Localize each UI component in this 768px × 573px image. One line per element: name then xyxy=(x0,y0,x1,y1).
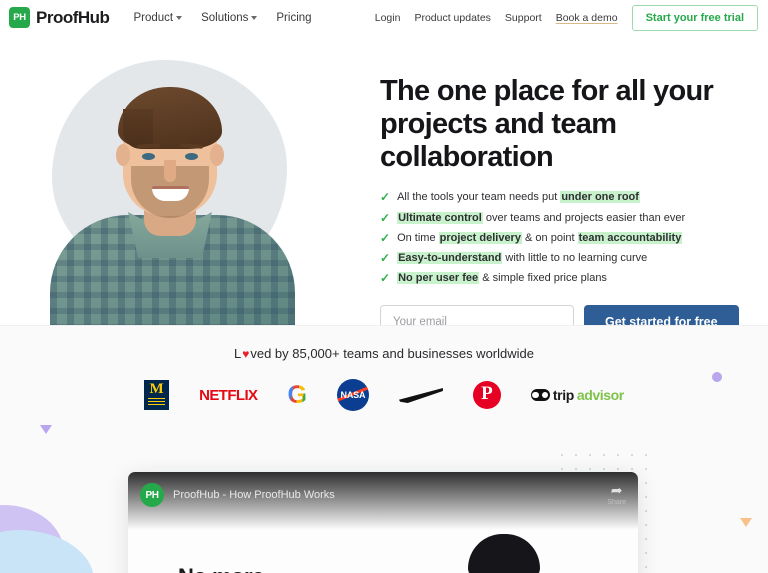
video-channel-avatar[interactable]: PH xyxy=(140,483,164,507)
list-item: ✓ No per user fee & simple fixed price p… xyxy=(380,272,758,286)
person-nose xyxy=(164,160,176,182)
signup-form: Get started for free xyxy=(380,305,758,325)
hero-photo xyxy=(0,40,340,325)
hero-section: The one place for all your projects and … xyxy=(0,35,768,325)
loved-prefix: L xyxy=(233,346,242,361)
logo-tripadvisor: trip advisor xyxy=(530,379,624,411)
hero-benefits-list: ✓ All the tools your team needs put unde… xyxy=(380,191,758,286)
nav-item-login[interactable]: Login xyxy=(375,12,401,24)
person-eye-right xyxy=(185,153,198,160)
start-free-trial-button[interactable]: Start your free trial xyxy=(631,4,758,31)
brand-name: ProofHub xyxy=(36,7,110,27)
share-label: Share xyxy=(607,499,626,506)
logo-nasa: NASA xyxy=(336,379,369,411)
tripadvisor-trip-text: trip xyxy=(552,387,574,403)
get-started-button[interactable]: Get started for free xyxy=(584,305,739,325)
video-title[interactable]: ProofHub - How ProofHub Works xyxy=(173,483,335,507)
brand-logo[interactable]: PH ProofHub xyxy=(9,7,110,28)
nav-item-product-updates[interactable]: Product updates xyxy=(414,12,490,24)
tripadvisor-owl-icon xyxy=(530,389,550,401)
video-player-card[interactable]: No more PH ProofHub - How ProofHub Works… xyxy=(128,472,638,573)
check-icon: ✓ xyxy=(380,210,391,225)
umich-logo-icon: M xyxy=(144,380,170,410)
check-icon: ✓ xyxy=(380,230,391,245)
loved-by-headline: L ♥ ved by 85,000+ teams and businesses … xyxy=(0,326,768,361)
logo-university-of-michigan: M xyxy=(144,379,170,411)
benefit-text: Easy-to-understand with little to no lea… xyxy=(397,252,648,265)
video-title-bar: PH ProofHub - How ProofHub Works ➦ Share xyxy=(128,472,638,530)
secondary-nav-links: Login Product updates Support Book a dem… xyxy=(375,4,758,31)
share-button[interactable]: ➦ Share xyxy=(607,483,626,506)
customer-logos-row: M NETFLIX G NASA P trip advisor xyxy=(0,379,768,411)
email-input[interactable] xyxy=(380,305,574,325)
nav-item-pricing[interactable]: Pricing xyxy=(276,12,311,24)
check-icon: ✓ xyxy=(380,271,391,286)
logo-nike xyxy=(399,379,443,411)
loved-suffix: ved by 85,000+ teams and businesses worl… xyxy=(250,346,534,361)
proofhub-logo-icon: PH xyxy=(9,7,30,28)
tripadvisor-logo-icon: trip advisor xyxy=(530,387,624,403)
video-overlay-text: No more xyxy=(178,564,264,573)
person-ear-left xyxy=(116,144,130,166)
logo-pinterest: P xyxy=(472,379,501,411)
pinterest-logo-icon: P xyxy=(472,381,501,409)
nasa-logo-icon: NASA xyxy=(336,379,369,411)
list-item: ✓ Easy-to-understand with little to no l… xyxy=(380,251,758,266)
nav-item-product-label: Product xyxy=(133,11,174,24)
benefit-text: No per user fee & simple fixed price pla… xyxy=(397,272,607,285)
nav-item-support[interactable]: Support xyxy=(505,12,542,24)
tripadvisor-advisor-text: advisor xyxy=(576,387,624,403)
netflix-logo-icon: NETFLIX xyxy=(199,386,258,404)
chevron-down-icon xyxy=(176,16,183,20)
list-item: ✓ Ultimate control over teams and projec… xyxy=(380,210,758,226)
benefit-text: Ultimate control over teams and projects… xyxy=(397,211,686,224)
top-navigation-bar: PH ProofHub Product Solutions Pricing Lo… xyxy=(0,0,768,35)
hero-copy: The one place for all your projects and … xyxy=(380,75,758,325)
list-item: ✓ All the tools your team needs put unde… xyxy=(380,191,758,205)
check-icon: ✓ xyxy=(380,190,391,205)
chevron-down-icon xyxy=(251,16,258,20)
heart-icon: ♥ xyxy=(242,346,250,361)
check-icon: ✓ xyxy=(380,251,391,266)
person-smile xyxy=(152,186,189,201)
nav-item-book-a-demo[interactable]: Book a demo xyxy=(556,12,618,24)
person-eye-left xyxy=(142,153,155,160)
logo-google: G xyxy=(287,379,306,411)
page-title: The one place for all your projects and … xyxy=(380,75,714,173)
nike-swoosh-icon xyxy=(399,386,443,404)
video-person-with-glasses xyxy=(458,534,550,573)
benefit-text: On time project delivery & on point team… xyxy=(397,231,683,244)
nav-item-solutions-label: Solutions xyxy=(201,11,249,24)
google-logo-icon: G xyxy=(287,380,307,409)
benefit-text: All the tools your team needs put under … xyxy=(397,191,640,204)
primary-nav-links: Product Solutions Pricing xyxy=(133,12,311,24)
list-item: ✓ On time project delivery & on point te… xyxy=(380,230,758,246)
logo-netflix: NETFLIX xyxy=(199,379,258,411)
share-icon: ➦ xyxy=(610,482,623,498)
person-ear-right xyxy=(210,144,224,166)
nav-item-product[interactable]: Product xyxy=(133,11,183,24)
nav-item-solutions[interactable]: Solutions xyxy=(201,11,258,24)
video-person-hair xyxy=(468,534,540,573)
